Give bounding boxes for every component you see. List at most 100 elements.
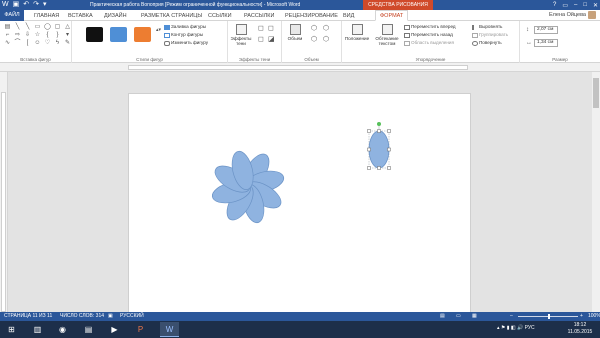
arrow-down-shape-icon[interactable]: ⇩	[23, 32, 32, 39]
height-input[interactable]: 2,07 см	[534, 26, 558, 34]
word-count[interactable]: ЧИСЛО СЛОВ: 314	[60, 312, 104, 321]
change-shape-button[interactable]: Изменить фигуру	[164, 40, 208, 46]
undo-icon[interactable]: ↶	[23, 1, 29, 9]
align-button[interactable]: Выровнять	[472, 24, 502, 30]
files-icon[interactable]: ▤	[79, 322, 98, 337]
page-count[interactable]: СТРАНИЦА 11 ИЗ 11	[4, 312, 52, 321]
curve-shape-icon[interactable]: ∿	[3, 40, 12, 47]
player-icon[interactable]: ▶	[105, 322, 124, 337]
maximize-icon[interactable]: □	[583, 2, 587, 8]
tab-home[interactable]: ГЛАВНАЯ	[34, 11, 59, 21]
bring-forward-button[interactable]: Переместить вперед	[404, 24, 456, 30]
tilt-right-icon[interactable]: ⬡	[323, 36, 329, 43]
avatar[interactable]	[588, 11, 596, 19]
shadow-nudge-icon[interactable]: ◻	[258, 36, 264, 43]
proofing-icon[interactable]: ▣	[108, 312, 113, 321]
powerpoint-icon[interactable]: P	[131, 322, 150, 337]
lightning-shape-icon[interactable]: ϟ	[53, 40, 62, 47]
wrap-text-button[interactable]: Обтекание текстом	[372, 24, 402, 46]
chrome-icon[interactable]: ◉	[53, 322, 72, 337]
tab-review[interactable]: РЕЦЕНЗИРОВАНИЕ	[285, 11, 338, 21]
rotate-button[interactable]: Повернуть	[472, 40, 502, 46]
line-shape-icon[interactable]: ╲	[13, 24, 22, 31]
zoom-slider[interactable]	[518, 314, 578, 319]
tray-icons[interactable]: ▴ ⚑ ▮ ◧ 🔊	[497, 325, 523, 331]
rectangle-shape-icon[interactable]: ▭	[33, 24, 42, 31]
tab-view[interactable]: ВИД	[343, 11, 354, 21]
vertical-scrollbar[interactable]	[592, 72, 600, 312]
system-tray: ▴ ⚑ ▮ ◧ 🔊 РУС	[497, 325, 535, 331]
shadow-toggle-icon[interactable]: ◪	[268, 36, 275, 43]
shadow-effects-button[interactable]: Эффекты тени	[230, 24, 252, 46]
edit-shape-icon[interactable]: ✎	[63, 40, 72, 47]
tab-insert[interactable]: ВСТАВКА	[68, 11, 93, 21]
brace-shape-icon[interactable]: {	[43, 32, 52, 39]
heart-shape-icon[interactable]: ♡	[43, 40, 52, 47]
tab-file[interactable]: ФАЙЛ	[0, 10, 24, 21]
width-input[interactable]: 1,34 см	[534, 39, 558, 47]
clock[interactable]: 18:12 11.05.2015	[565, 322, 595, 336]
corner-shape-icon[interactable]: ⌐	[3, 32, 12, 39]
scrollbar-thumb[interactable]	[593, 78, 599, 108]
zoom-in-icon[interactable]: +	[580, 312, 583, 321]
horizontal-ruler[interactable]	[0, 63, 600, 72]
explorer-icon[interactable]: ▥	[28, 322, 47, 337]
ribbon-tabs: ФАЙЛ ГЛАВНАЯ ВСТАВКА ДИЗАЙН РАЗМЕТКА СТР…	[0, 10, 600, 21]
zoom-out-icon[interactable]: –	[510, 312, 513, 321]
style-swatch-blue[interactable]	[110, 27, 127, 42]
more-shapes-icon[interactable]: ▾	[63, 32, 72, 39]
triangle-shape-icon[interactable]: △	[63, 24, 72, 31]
style-swatch-black[interactable]	[86, 27, 103, 42]
ribbon-display-icon[interactable]: ▭	[562, 2, 568, 9]
tab-layout[interactable]: РАЗМЕТКА СТРАНИЦЫ	[141, 11, 202, 21]
web-layout-icon[interactable]: ▦	[472, 312, 477, 321]
volume-button[interactable]: Объем	[284, 24, 306, 41]
user-name[interactable]: Елена Ойцева	[549, 11, 586, 20]
smiley-shape-icon[interactable]: ☺	[33, 40, 42, 47]
word-taskbar-icon[interactable]: W	[160, 322, 179, 337]
tilt-left-icon[interactable]: ⬡	[311, 36, 317, 43]
arc-shape-icon[interactable]: ⌒	[13, 40, 22, 47]
zoom-level[interactable]: 100%	[588, 312, 600, 321]
line-shape-icon[interactable]: ╲	[23, 24, 32, 31]
help-icon[interactable]: ?	[553, 2, 556, 8]
star-shape-icon[interactable]: ☆	[33, 32, 42, 39]
rounded-rect-shape-icon[interactable]: ▢	[53, 24, 62, 31]
tab-format[interactable]: ФОРМАТ	[375, 10, 409, 21]
tab-mailings[interactable]: РАССЫЛКИ	[244, 11, 274, 21]
customize-qat-icon[interactable]: ▾	[43, 1, 47, 9]
group-button[interactable]: Группировать	[472, 32, 508, 38]
shadow-nudge-icon[interactable]: ◻	[268, 25, 274, 32]
read-mode-icon[interactable]: ▤	[440, 312, 445, 321]
start-icon[interactable]: ⊞	[2, 322, 21, 337]
shadow-nudge-icon[interactable]: ◻	[258, 25, 264, 32]
shape-outline-button[interactable]: Контур фигуры	[164, 32, 203, 38]
arrow-right-shape-icon[interactable]: ⇨	[13, 32, 22, 39]
print-layout-icon[interactable]: ▭	[456, 312, 461, 321]
shape-fill-button[interactable]: Заливка фигуры	[164, 24, 206, 30]
close-icon[interactable]: ✕	[593, 2, 598, 9]
tilt-up-icon[interactable]: ⬡	[311, 25, 317, 32]
save-icon[interactable]: ▣	[13, 1, 20, 9]
tray-language[interactable]: РУС	[525, 325, 535, 331]
selection-pane-button[interactable]: Область выделения	[404, 40, 454, 46]
textbox-shape-icon[interactable]: ▤	[3, 24, 12, 31]
tilt-down-icon[interactable]: ⬡	[323, 25, 329, 32]
group-label: Стили фигур	[136, 57, 163, 62]
tab-references[interactable]: ССЫЛКИ	[208, 11, 232, 21]
tab-design[interactable]: ДИЗАЙН	[104, 11, 127, 21]
brace-shape-icon[interactable]: }	[53, 32, 62, 39]
position-button[interactable]: Положение	[344, 24, 370, 41]
gallery-more-icon[interactable]: ▴▾	[156, 27, 161, 34]
style-swatch-orange[interactable]	[134, 27, 151, 42]
redo-icon[interactable]: ↷	[33, 1, 39, 9]
oval-shape-icon[interactable]: ◯	[43, 24, 52, 31]
bracket-shape-icon[interactable]: [	[23, 40, 32, 47]
shapes-gallery[interactable]: ▤ ╲ ╲ ▭ ◯ ▢ △ ⌐ ⇨ ⇩ ☆ { } ▾ ∿ ⌒ [ ☺ ♡ ϟ …	[3, 24, 72, 47]
language[interactable]: РУССКИЙ	[120, 312, 144, 321]
document-page[interactable]	[128, 93, 471, 323]
send-backward-button[interactable]: Переместить назад	[404, 32, 453, 38]
zoom-slider-knob[interactable]	[548, 314, 550, 319]
vertical-ruler[interactable]	[0, 72, 8, 312]
minimize-icon[interactable]: –	[574, 2, 577, 8]
